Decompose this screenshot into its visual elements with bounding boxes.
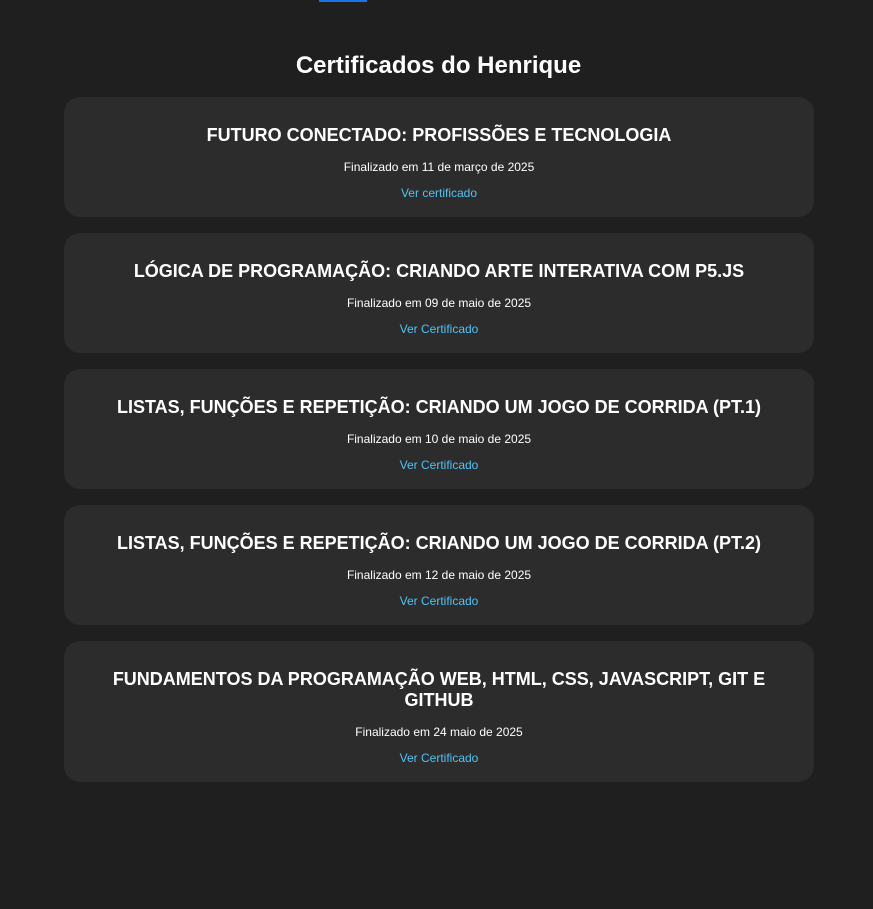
view-certificate-link[interactable]: Ver certificado: [401, 186, 477, 200]
certificate-date: Finalizado em 10 de maio de 2025: [346, 432, 532, 446]
certificate-title: FUTURO CONECTADO: PROFISSÕES E TECNOLOGI…: [206, 125, 672, 145]
certificate-title: LISTAS, FUNÇÕES E REPETIÇÃO: CRIANDO UM …: [116, 397, 762, 417]
certificate-card: FUNDAMENTOS DA PROGRAMAÇÃO WEB, HTML, CS…: [64, 641, 814, 782]
certificate-title: LÓGICA DE PROGRAMAÇÃO: CRIANDO ARTE INTE…: [133, 261, 745, 281]
certificate-date: Finalizado em 12 de maio de 2025: [346, 568, 532, 582]
certificate-card: LISTAS, FUNÇÕES E REPETIÇÃO: CRIANDO UM …: [64, 505, 814, 625]
certificate-card: FUTURO CONECTADO: PROFISSÕES E TECNOLOGI…: [64, 97, 814, 217]
certificate-card: LÓGICA DE PROGRAMAÇÃO: CRIANDO ARTE INTE…: [64, 233, 814, 353]
page-title: Certificados do Henrique: [295, 52, 582, 79]
certificates-list: FUTURO CONECTADO: PROFISSÕES E TECNOLOGI…: [64, 97, 814, 798]
certificate-date: Finalizado em 09 de maio de 2025: [346, 296, 532, 310]
view-certificate-link[interactable]: Ver Certificado: [400, 751, 479, 765]
view-certificate-link[interactable]: Ver Certificado: [400, 322, 479, 336]
view-certificate-link[interactable]: Ver Certificado: [400, 458, 479, 472]
certificate-date: Finalizado em 24 maio de 2025: [355, 725, 523, 739]
certificate-title: LISTAS, FUNÇÕES E REPETIÇÃO: CRIANDO UM …: [116, 533, 762, 553]
top-accent-bar: [319, 0, 367, 2]
certificate-card: LISTAS, FUNÇÕES E REPETIÇÃO: CRIANDO UM …: [64, 369, 814, 489]
view-certificate-link[interactable]: Ver Certificado: [400, 594, 479, 608]
certificate-date: Finalizado em 11 de março de 2025: [343, 160, 535, 174]
certificate-title: FUNDAMENTOS DA PROGRAMAÇÃO WEB, HTML, CS…: [112, 669, 766, 710]
